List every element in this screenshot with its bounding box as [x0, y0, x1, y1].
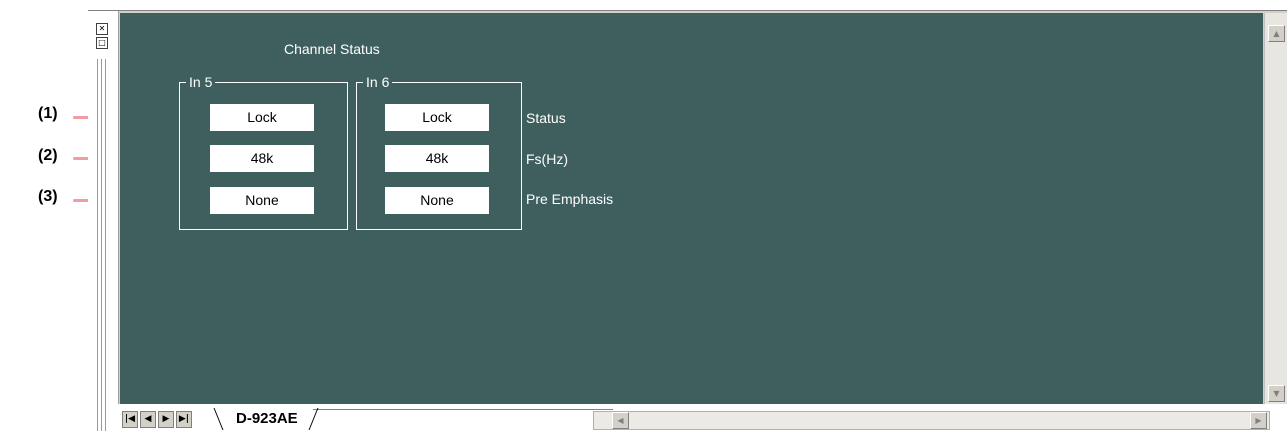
vertical-scrollbar[interactable]: ▲ ▼	[1264, 13, 1287, 404]
row-label-fs: Fs(Hz)	[526, 151, 568, 167]
channel-status-panel: Channel Status In 5 Lock 48k None In 6 L…	[120, 13, 1263, 404]
tab-baseline	[313, 409, 613, 410]
in5-pre-emphasis-field: None	[210, 187, 314, 214]
row-label-status: Status	[526, 110, 566, 126]
callout-label-1: (1)	[38, 105, 58, 122]
in6-status-field: Lock	[385, 104, 489, 131]
scroll-left-icon[interactable]: ◀	[612, 412, 629, 429]
resize-grip[interactable]	[97, 59, 98, 431]
prev-sheet-icon[interactable]: ◀	[140, 411, 156, 428]
tab-edge-left	[213, 408, 224, 430]
group-in-5: In 5 Lock 48k None	[179, 74, 348, 230]
sheet-bar: |◀ ◀ ▶ ▶| D-923AE ◀ ▶	[118, 404, 1287, 433]
panel-title: Channel Status	[284, 41, 380, 57]
in6-fs-field: 48k	[385, 145, 489, 172]
app-window: ✕ □ Channel Status In 5 Lock 48k None In…	[88, 10, 1287, 433]
callout-label-2: (2)	[38, 147, 58, 164]
scroll-right-icon[interactable]: ▶	[1250, 412, 1267, 429]
group-label-in-6: In 6	[363, 74, 393, 90]
close-icon[interactable]: ✕	[96, 23, 108, 35]
row-label-pre-emphasis: Pre Emphasis	[526, 191, 614, 207]
resize-grip[interactable]	[101, 59, 102, 431]
tab-edge-right	[308, 408, 319, 430]
in5-status-field: Lock	[210, 104, 314, 131]
scroll-up-icon[interactable]: ▲	[1268, 25, 1285, 42]
callout-label-3: (3)	[38, 188, 58, 205]
in5-fs-field: 48k	[210, 145, 314, 172]
last-sheet-icon[interactable]: ▶|	[176, 411, 192, 428]
first-sheet-icon[interactable]: |◀	[122, 411, 138, 428]
resize-grip[interactable]	[105, 59, 106, 431]
in6-pre-emphasis-field: None	[385, 187, 489, 214]
next-sheet-icon[interactable]: ▶	[158, 411, 174, 428]
window-side-strip: ✕ □	[88, 11, 119, 433]
horizontal-scrollbar[interactable]: ◀ ▶	[593, 411, 1270, 430]
restore-icon[interactable]: □	[96, 37, 108, 49]
scroll-down-icon[interactable]: ▼	[1268, 385, 1285, 402]
group-label-in-5: In 5	[186, 74, 216, 90]
sheet-tab[interactable]: D-923AE	[226, 409, 308, 429]
group-in-6: In 6 Lock 48k None	[356, 74, 522, 230]
